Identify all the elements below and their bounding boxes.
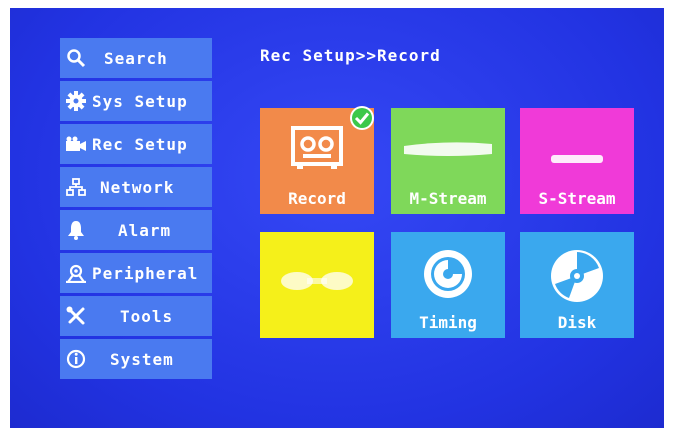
gear-icon (60, 81, 92, 121)
tile-record[interactable]: Record (260, 106, 374, 214)
sidebar-item-search[interactable]: Search (60, 38, 212, 78)
tile-label: M-Stream (409, 189, 487, 208)
tile-label: Disk (557, 313, 597, 332)
sidebar-item-network[interactable]: Network (60, 167, 212, 207)
tile-disk[interactable]: Disk (520, 232, 634, 338)
tile-label: Timing (419, 313, 477, 332)
breadcrumb: Rec Setup>>Record (260, 46, 441, 65)
sidebar-item-alarm[interactable]: Alarm (60, 210, 212, 250)
sidebar-item-system[interactable]: System (60, 339, 212, 379)
snapshot-icon (260, 266, 374, 296)
sidebar-item-peripheral[interactable]: Peripheral (60, 253, 212, 293)
sidebar-item-rec-setup[interactable]: Rec Setup (60, 124, 212, 164)
sidebar-item-label: Search (104, 48, 168, 68)
sidebar-menu: Search Sys Setup Rec Setup Network Alarm (60, 38, 212, 382)
info-icon (60, 339, 92, 379)
sidebar-item-label: Peripheral (92, 263, 199, 283)
sidebar-item-label: System (110, 349, 174, 369)
search-icon (60, 38, 92, 78)
bell-icon (60, 210, 92, 250)
tile-label: S-Stream (538, 189, 616, 208)
tile-label: Record (288, 189, 346, 208)
peripheral-icon (60, 253, 92, 293)
sidebar-item-sys-setup[interactable]: Sys Setup (60, 81, 212, 121)
sidebar-item-label: Sys Setup (92, 91, 188, 111)
sidebar-item-label: Alarm (118, 220, 172, 240)
sidebar-item-label: Network (100, 177, 175, 197)
sidebar-item-tools[interactable]: Tools (60, 296, 212, 336)
timer-icon (391, 246, 505, 302)
tile-m-stream[interactable]: M-Stream (391, 108, 505, 214)
tile-timing[interactable]: Timing (391, 232, 505, 338)
network-icon (60, 167, 92, 207)
tile-snapshot[interactable] (260, 232, 374, 338)
sub-stream-icon (520, 152, 634, 166)
main-stream-icon (391, 138, 505, 160)
sidebar-item-label: Rec Setup (92, 134, 188, 154)
camera-icon (60, 124, 92, 164)
sidebar-item-label: Tools (120, 306, 174, 326)
tile-s-stream[interactable]: S-Stream (520, 108, 634, 214)
disk-icon (520, 246, 634, 306)
selected-check-icon (350, 106, 374, 130)
dvr-screen: Search Sys Setup Rec Setup Network Alarm (10, 8, 664, 428)
tools-icon (60, 296, 92, 336)
